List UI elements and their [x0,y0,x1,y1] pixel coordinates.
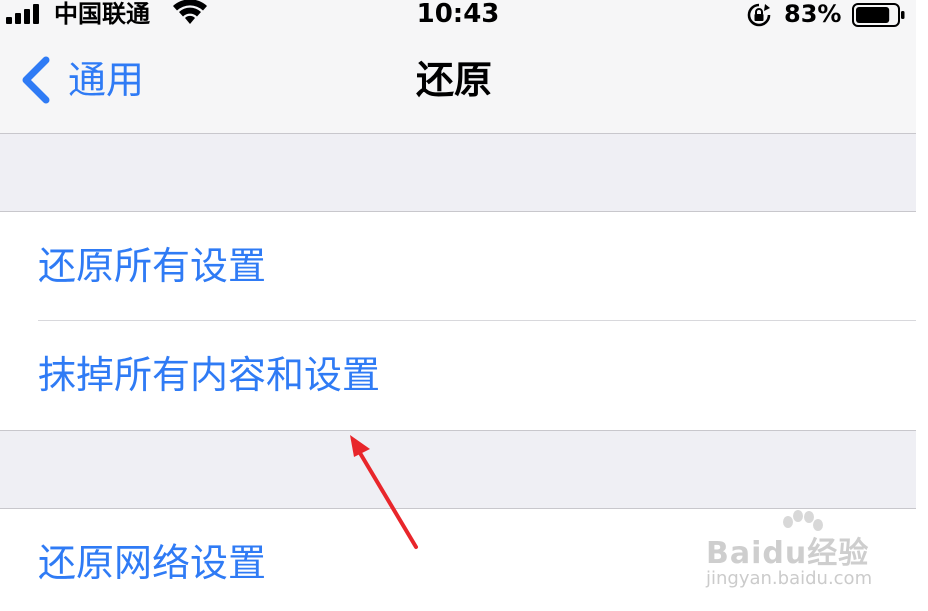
status-bar: 中国联通 10:43 83% [0,0,916,30]
right-edge [916,0,928,611]
watermark-url: jingyan.baidu.com [706,568,873,589]
erase-all-content-cell[interactable]: 抹掉所有内容和设置 [0,321,916,429]
navigation-bar: 通用 还原 [0,30,916,134]
status-time: 10:43 [416,0,500,29]
battery-percent: 83% [784,0,842,28]
page-title: 还原 [415,58,492,102]
cell-label: 还原网络设置 [38,541,267,585]
cell-label: 还原所有设置 [38,244,267,288]
section-spacer [0,134,916,212]
watermark-brand: Baidu经验 [706,536,870,571]
rotation-lock-icon [747,3,771,27]
battery-icon [852,3,905,27]
annotation-arrow-icon [350,435,418,549]
baidu-watermark: Baidu经验 jingyan.baidu.com [706,510,886,594]
reset-all-settings-cell[interactable]: 还原所有设置 [0,212,916,320]
cell-label: 抹掉所有内容和设置 [38,353,381,397]
settings-screen: 中国联通 10:43 83% 通用 还原 还原所有设置 抹掉所有内容和设置 还原… [0,0,928,611]
section-spacer [0,430,916,509]
